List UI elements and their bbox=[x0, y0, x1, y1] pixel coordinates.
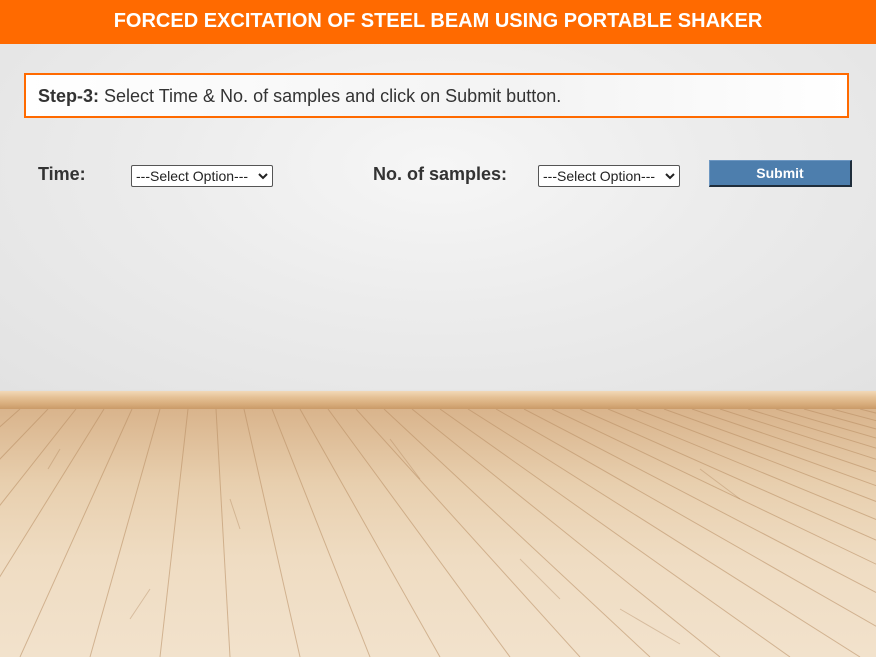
instruction-box: Step-3: Select Time & No. of samples and… bbox=[24, 73, 849, 118]
floor-planks bbox=[0, 409, 876, 657]
samples-label: No. of samples: bbox=[373, 164, 508, 184]
wooden-floor-background bbox=[0, 409, 876, 657]
samples-select[interactable]: ---Select Option--- bbox=[538, 165, 680, 187]
time-select-value: ---Select Option--- bbox=[136, 168, 249, 184]
chevron-down-icon bbox=[663, 169, 677, 183]
page-title: FORCED EXCITATION OF STEEL BEAM USING PO… bbox=[0, 0, 876, 44]
samples-select-value: ---Select Option--- bbox=[543, 168, 656, 184]
time-label: Time: bbox=[38, 164, 86, 184]
time-select[interactable]: ---Select Option--- bbox=[131, 165, 273, 187]
instruction-text: Step-3: Select Time & No. of samples and… bbox=[38, 86, 561, 107]
step-description: Select Time & No. of samples and click o… bbox=[99, 86, 562, 106]
step-label: Step-3: bbox=[38, 86, 100, 106]
chevron-down-icon bbox=[256, 169, 270, 183]
baseboard bbox=[0, 391, 876, 409]
submit-button[interactable]: Submit bbox=[709, 160, 852, 187]
